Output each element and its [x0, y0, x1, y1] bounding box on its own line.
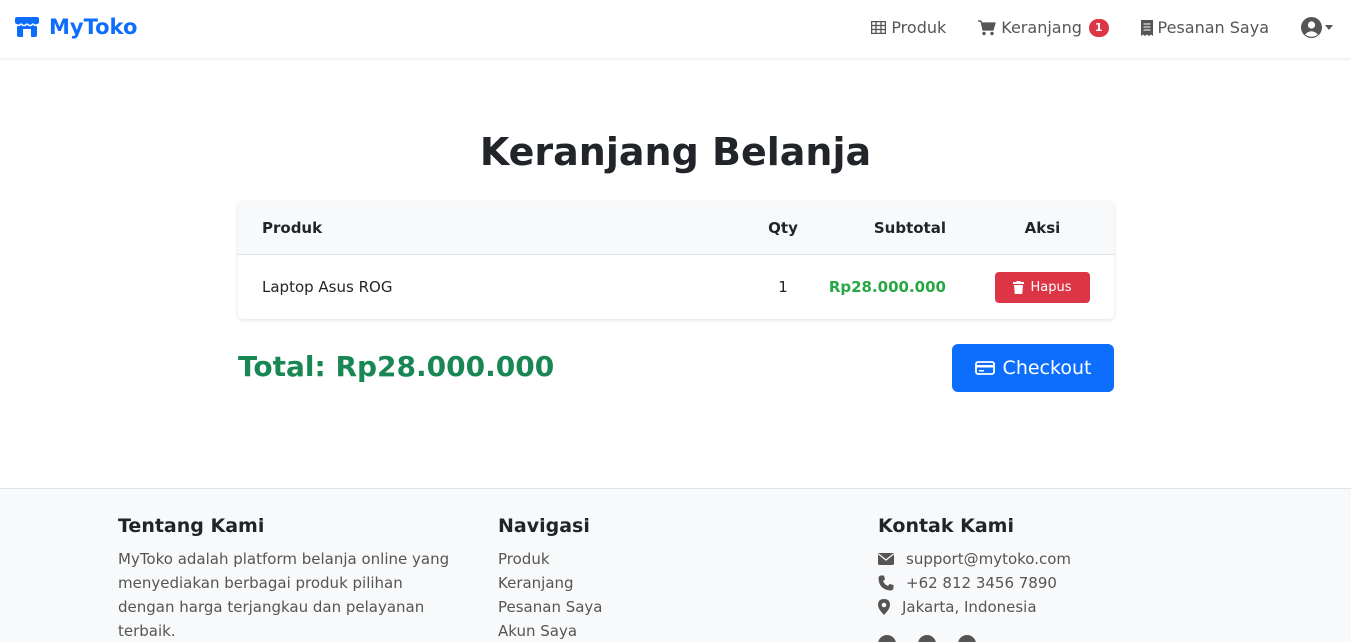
header-qty: Qty [768, 219, 798, 237]
brand-link[interactable]: MyToko [14, 14, 137, 40]
contact-phone-text: +62 812 3456 7890 [906, 574, 1057, 592]
footer-about: Tentang Kami MyToko adalah platform bela… [118, 515, 458, 642]
checkout-label: Checkout [1002, 357, 1092, 379]
store-icon [14, 17, 40, 37]
header-aksi: Aksi [1024, 219, 1061, 237]
item-aksi: Hapus [995, 255, 1090, 319]
footer-about-text: MyToko adalah platform belanja online ya… [118, 550, 450, 640]
page-title: Keranjang Belanja [479, 130, 872, 174]
item-qty: 1 [778, 278, 788, 296]
table-row: Laptop Asus ROG 1 Rp28.000.000 Hapus [238, 255, 1114, 319]
grid-icon [871, 21, 887, 34]
cart-icon [978, 19, 997, 35]
checkout-button[interactable]: Checkout [952, 344, 1114, 392]
footer-link-pesanan[interactable]: Pesanan Saya [498, 595, 603, 619]
cart-total: Total: Rp28.000.000 [238, 350, 555, 383]
cart-table-header: Produk Qty Subtotal Aksi [238, 202, 1114, 255]
contact-location: Jakarta, Indonesia [878, 595, 1071, 619]
user-menu-dropdown[interactable] [1301, 17, 1333, 38]
user-circle-icon [1301, 17, 1322, 38]
nav-links: Produk Keranjang 1 Pesanan Saya [871, 17, 1333, 38]
receipt-icon [1140, 19, 1153, 36]
cart-count-badge: 1 [1088, 18, 1109, 37]
nav-produk-label: Produk [891, 18, 947, 37]
map-marker-icon [878, 599, 890, 615]
cart-table: Produk Qty Subtotal Aksi Laptop Asus ROG… [238, 202, 1114, 319]
item-produk-name: Laptop Asus ROG [262, 278, 393, 296]
facebook-icon[interactable] [878, 635, 896, 642]
footer-navigation: Navigasi Produk Keranjang Pesanan Saya A… [498, 515, 603, 642]
phone-icon [878, 575, 894, 591]
envelope-icon [878, 553, 894, 565]
whatsapp-icon[interactable] [958, 635, 976, 642]
social-links [878, 635, 1071, 642]
navbar: MyToko Produk Keranjang 1 Pesanan Saya [0, 0, 1351, 58]
contact-location-text: Jakarta, Indonesia [902, 598, 1037, 616]
header-subtotal: Subtotal [873, 219, 946, 237]
hapus-button[interactable]: Hapus [995, 271, 1090, 303]
hapus-label: Hapus [1030, 279, 1072, 295]
nav-pesanan-saya[interactable]: Pesanan Saya [1140, 18, 1269, 37]
item-subtotal: Rp28.000.000 [829, 255, 946, 319]
contact-email: support@mytoko.com [878, 547, 1071, 571]
footer-link-keranjang[interactable]: Keranjang [498, 571, 603, 595]
instagram-icon[interactable] [918, 635, 936, 642]
trash-icon [1013, 280, 1025, 294]
footer-contact-title: Kontak Kami [878, 515, 1014, 537]
nav-keranjang-label: Keranjang [1001, 18, 1082, 37]
header-produk: Produk [262, 219, 323, 237]
footer-contact: Kontak Kami support@mytoko.com +62 812 3… [878, 515, 1071, 642]
chevron-down-icon [1325, 25, 1333, 30]
contact-phone: +62 812 3456 7890 [878, 571, 1071, 595]
nav-pesanan-label: Pesanan Saya [1157, 18, 1269, 37]
item-subtotal-value: Rp28.000.000 [828, 278, 946, 296]
credit-card-icon [974, 361, 995, 375]
footer-about-title: Tentang Kami [118, 515, 265, 537]
footer: Tentang Kami MyToko adalah platform bela… [0, 488, 1351, 642]
nav-keranjang[interactable]: Keranjang 1 [978, 18, 1109, 37]
footer-nav-title: Navigasi [498, 515, 590, 537]
footer-link-produk[interactable]: Produk [498, 547, 603, 571]
nav-produk[interactable]: Produk [871, 18, 946, 37]
footer-link-akun[interactable]: Akun Saya [498, 619, 603, 642]
brand-name: MyToko [49, 15, 138, 39]
contact-email-text: support@mytoko.com [906, 550, 1072, 568]
